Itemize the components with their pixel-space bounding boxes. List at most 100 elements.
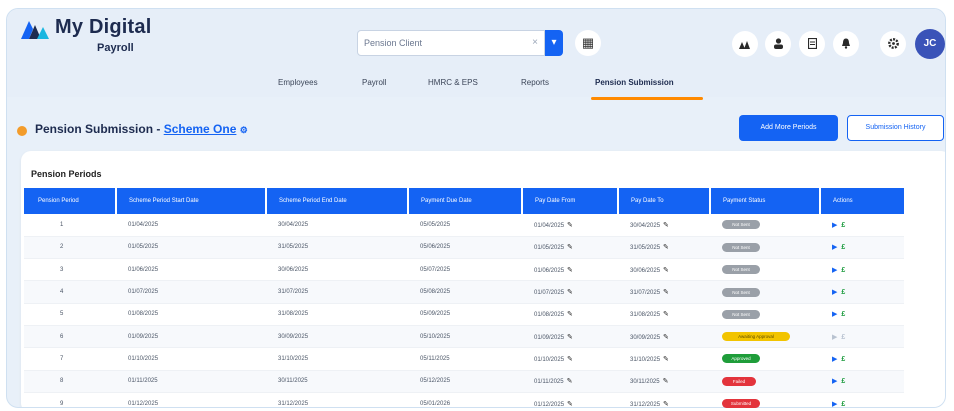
column-header[interactable]: Payment Status bbox=[709, 188, 820, 214]
status-badge: Not Sent bbox=[722, 309, 760, 319]
edit-icon[interactable]: ✎ bbox=[567, 289, 573, 296]
submit-play-icon[interactable]: ▶ bbox=[832, 356, 837, 363]
submit-play-icon[interactable]: ▶ bbox=[832, 378, 837, 385]
cell-due: 05/10/2025 bbox=[408, 325, 522, 349]
avatar[interactable]: JC bbox=[915, 29, 945, 59]
payment-pound-icon[interactable]: £ bbox=[841, 289, 845, 296]
tab-payroll[interactable]: Payroll bbox=[362, 78, 386, 87]
edit-icon[interactable]: ✎ bbox=[663, 401, 669, 408]
edit-icon[interactable]: ✎ bbox=[567, 378, 573, 385]
page-title-text: Pension Submission - bbox=[35, 122, 164, 136]
column-header[interactable]: Actions bbox=[819, 188, 904, 214]
status-badge: Not Sent bbox=[722, 265, 760, 275]
documents-button[interactable] bbox=[799, 31, 825, 57]
cell-start: 01/05/2025 bbox=[116, 236, 266, 260]
edit-icon[interactable]: ✎ bbox=[567, 334, 573, 341]
profile-button[interactable] bbox=[765, 31, 791, 57]
submit-play-icon[interactable]: ▶ bbox=[832, 222, 837, 229]
submit-play-icon[interactable]: ▶ bbox=[832, 267, 837, 274]
pay-date-from-value: 01/06/2025 bbox=[534, 267, 565, 274]
column-header[interactable]: Payment Due Date bbox=[407, 188, 522, 214]
status-badge: Not Sent bbox=[722, 220, 760, 230]
apps-grid-button[interactable]: ▦ bbox=[575, 30, 601, 56]
tab-pension-submission[interactable]: Pension Submission bbox=[595, 78, 674, 87]
cell-start: 01/12/2025 bbox=[116, 392, 266, 411]
status-badge: Not Sent bbox=[722, 287, 760, 297]
edit-icon[interactable]: ✎ bbox=[567, 222, 573, 229]
add-more-periods-button[interactable]: Add More Periods bbox=[739, 115, 838, 141]
cell-period: 6 bbox=[24, 325, 116, 349]
edit-icon[interactable]: ✎ bbox=[663, 378, 669, 385]
edit-icon[interactable]: ✎ bbox=[663, 289, 669, 296]
cell-actions: ▶ £ bbox=[820, 347, 904, 371]
table-row: 8 01/11/2025 30/11/2025 05/12/2025 01/11/202… bbox=[24, 370, 904, 393]
pay-date-to-value: 30/04/2025 bbox=[630, 222, 661, 229]
payment-pound-icon[interactable]: £ bbox=[841, 311, 845, 318]
edit-icon[interactable]: ✎ bbox=[663, 244, 669, 251]
cell-start: 01/04/2025 bbox=[116, 214, 266, 237]
cell-pay-date-from: 01/07/2025 ✎ bbox=[522, 280, 618, 304]
submit-play-icon[interactable]: ▶ bbox=[832, 311, 837, 318]
submit-play-icon[interactable]: ▶ bbox=[832, 334, 837, 341]
submission-history-button[interactable]: Submission History bbox=[847, 115, 944, 141]
column-header[interactable]: Scheme Period End Date bbox=[265, 188, 408, 214]
settings-button[interactable] bbox=[880, 31, 906, 57]
cell-end: 31/10/2025 bbox=[266, 347, 408, 371]
logo[interactable]: My Digital Payroll bbox=[21, 15, 171, 59]
clear-icon[interactable]: × bbox=[532, 37, 538, 48]
cell-pay-date-to: 30/09/2025 ✎ bbox=[618, 325, 710, 349]
active-tab-indicator bbox=[591, 97, 703, 100]
column-header[interactable]: Scheme Period Start Date bbox=[115, 188, 266, 214]
tab-employees[interactable]: Employees bbox=[278, 78, 318, 87]
table-row: 9 01/12/2025 31/12/2025 05/01/2026 01/12/202… bbox=[24, 392, 904, 411]
tab-reports[interactable]: Reports bbox=[521, 78, 549, 87]
payment-pound-icon[interactable]: £ bbox=[841, 267, 845, 274]
cell-period: 8 bbox=[24, 370, 116, 393]
payment-pound-icon[interactable]: £ bbox=[841, 401, 845, 408]
cell-period: 5 bbox=[24, 303, 116, 326]
cell-pay-date-to: 31/10/2025 ✎ bbox=[618, 347, 710, 371]
scheme-link[interactable]: Scheme One bbox=[164, 122, 237, 136]
notifications-button[interactable] bbox=[833, 31, 859, 57]
edit-icon[interactable]: ✎ bbox=[663, 267, 669, 274]
cell-end: 30/11/2025 bbox=[266, 370, 408, 393]
edit-icon[interactable]: ✎ bbox=[567, 311, 573, 318]
pay-date-to-value: 31/05/2025 bbox=[630, 245, 661, 252]
search-dropdown-button[interactable]: ▾ bbox=[545, 30, 563, 56]
tab-hmrc-eps[interactable]: HMRC & EPS bbox=[428, 78, 478, 87]
payment-pound-icon[interactable]: £ bbox=[841, 222, 845, 229]
column-header[interactable]: Pay Date From bbox=[521, 188, 618, 214]
cell-due: 05/05/2025 bbox=[408, 214, 522, 237]
column-header[interactable]: Pay Date To bbox=[617, 188, 710, 214]
submit-play-icon[interactable]: ▶ bbox=[832, 244, 837, 251]
submit-play-icon[interactable]: ▶ bbox=[832, 401, 837, 408]
submit-play-icon[interactable]: ▶ bbox=[832, 289, 837, 296]
payment-pound-icon[interactable]: £ bbox=[841, 356, 845, 363]
app-title: My Digital bbox=[55, 16, 152, 38]
cell-start: 01/09/2025 bbox=[116, 325, 266, 349]
cell-pay-date-to: 30/11/2025 ✎ bbox=[618, 370, 710, 393]
client-search-input[interactable]: Pension Client × bbox=[357, 30, 545, 56]
cell-due: 05/12/2025 bbox=[408, 370, 522, 393]
payment-pound-icon[interactable]: £ bbox=[841, 334, 845, 341]
edit-icon[interactable]: ✎ bbox=[567, 356, 573, 363]
column-header[interactable]: Pension Period bbox=[24, 188, 116, 214]
payment-pound-icon[interactable]: £ bbox=[841, 378, 845, 385]
edit-icon[interactable]: ✎ bbox=[663, 311, 669, 318]
pay-date-from-value: 01/07/2025 bbox=[534, 290, 565, 297]
pay-date-from-value: 01/04/2025 bbox=[534, 222, 565, 229]
edit-icon[interactable]: ✎ bbox=[567, 401, 573, 408]
pay-date-to-value: 31/08/2025 bbox=[630, 312, 661, 319]
edit-icon[interactable]: ✎ bbox=[567, 244, 573, 251]
scheme-settings-icon[interactable]: ⚙ bbox=[240, 125, 248, 135]
edit-icon[interactable]: ✎ bbox=[567, 267, 573, 274]
cell-due: 05/11/2025 bbox=[408, 347, 522, 371]
app-subtitle: Payroll bbox=[97, 42, 134, 54]
cell-pay-date-from: 01/06/2025 ✎ bbox=[522, 258, 618, 282]
edit-icon[interactable]: ✎ bbox=[663, 334, 669, 341]
edit-icon[interactable]: ✎ bbox=[663, 356, 669, 363]
payment-pound-icon[interactable]: £ bbox=[841, 244, 845, 251]
gear-icon bbox=[887, 38, 899, 49]
users-button[interactable] bbox=[732, 31, 758, 57]
edit-icon[interactable]: ✎ bbox=[663, 222, 669, 229]
